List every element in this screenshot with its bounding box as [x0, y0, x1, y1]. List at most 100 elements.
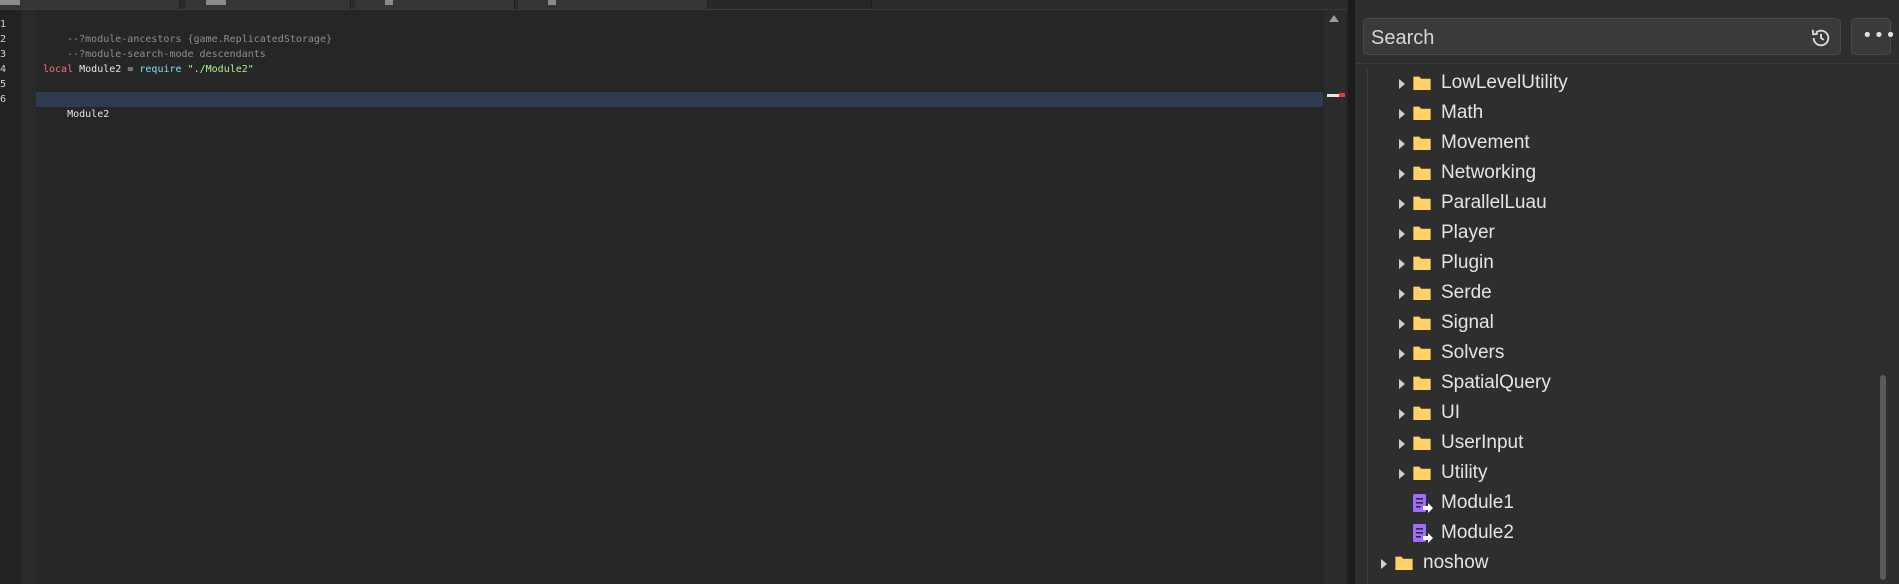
- code-line-6[interactable]: Module2: [43, 92, 109, 120]
- tree-item-label: LowLevelUtility: [1441, 72, 1568, 93]
- scroll-position-marker: [1327, 94, 1339, 97]
- tree-item-module[interactable]: Module1: [1399, 489, 1899, 519]
- editor-tab-active[interactable]: [712, 0, 872, 9]
- tree-item-folder[interactable]: Serde: [1399, 279, 1899, 309]
- tab-icon: [0, 0, 20, 5]
- history-icon[interactable]: [1810, 27, 1832, 49]
- current-line-highlight: [36, 92, 1323, 107]
- editor-tab[interactable]: [0, 0, 180, 9]
- tree-item-folder[interactable]: noshow: [1381, 549, 1881, 579]
- tree-item-module[interactable]: Module2: [1399, 519, 1899, 549]
- line-number: 4: [0, 64, 7, 75]
- keyword-token: local: [43, 64, 74, 75]
- folder-icon: [1413, 406, 1431, 420]
- tree-item-label: Serde: [1441, 282, 1492, 303]
- expand-arrow-icon[interactable]: [1399, 349, 1405, 359]
- folder-icon: [1413, 286, 1431, 300]
- expand-arrow-icon[interactable]: [1399, 409, 1405, 419]
- tree-item-label: Movement: [1441, 132, 1530, 153]
- folder-icon: [1413, 76, 1431, 90]
- folder-icon: [1413, 196, 1431, 210]
- line-number-gutter: 1 2 3 4 5 6: [0, 10, 22, 584]
- folder-icon: [1413, 316, 1431, 330]
- panel-splitter[interactable]: [1348, 0, 1355, 584]
- tree-item-folder[interactable]: LowLevelUtility: [1399, 69, 1899, 99]
- expand-arrow-icon[interactable]: [1399, 379, 1405, 389]
- code-line-4[interactable]: local Module2 = require "./Module2": [43, 62, 254, 77]
- operator-token: =: [127, 64, 134, 75]
- module-script-icon: [1413, 494, 1433, 513]
- tree-item-folder[interactable]: Plugin: [1399, 249, 1899, 279]
- tree-item-label: ParallelLuau: [1441, 192, 1547, 213]
- editor-tab-strip: [0, 0, 1350, 10]
- line-number: 2: [0, 34, 7, 45]
- tree-item-label: Signal: [1441, 312, 1494, 333]
- expand-arrow-icon[interactable]: [1399, 169, 1405, 179]
- line-number: 1: [0, 19, 7, 30]
- tab-icon: [206, 0, 226, 5]
- folder-icon: [1413, 166, 1431, 180]
- tree-item-folder[interactable]: SpatialQuery: [1399, 369, 1899, 399]
- editor-tab[interactable]: [186, 0, 351, 9]
- expand-arrow-icon[interactable]: [1399, 439, 1405, 449]
- tab-icon: [548, 0, 556, 5]
- editor-tab[interactable]: [355, 0, 515, 9]
- scroll-up-arrow-icon[interactable]: [1329, 15, 1339, 22]
- module-script-icon: [1413, 524, 1433, 543]
- folder-icon: [1413, 346, 1431, 360]
- tree-item-folder[interactable]: Solvers: [1399, 339, 1899, 369]
- tree-item-folder[interactable]: ParallelLuau: [1399, 189, 1899, 219]
- tree-item-label: Solvers: [1441, 342, 1505, 363]
- code-editor[interactable]: 1 2 3 4 5 6 --?module-ancestors {game.Re…: [0, 10, 1348, 584]
- tree-item-label: SpatialQuery: [1441, 372, 1551, 393]
- tree-item-folder[interactable]: Signal: [1399, 309, 1899, 339]
- identifier-token: Module2: [67, 109, 110, 120]
- expand-arrow-icon[interactable]: [1399, 109, 1405, 119]
- expand-arrow-icon[interactable]: [1399, 319, 1405, 329]
- more-options-button[interactable]: •••: [1851, 18, 1896, 55]
- code-line-1[interactable]: --?module-ancestors {game.ReplicatedStor…: [43, 17, 332, 45]
- editor-scrollbar[interactable]: [1324, 10, 1346, 584]
- expand-arrow-icon[interactable]: [1399, 199, 1405, 209]
- folder-icon: [1413, 436, 1431, 450]
- expand-arrow-icon[interactable]: [1399, 139, 1405, 149]
- tree-item-folder[interactable]: UI: [1399, 399, 1899, 429]
- tree-item-label: Math: [1441, 102, 1484, 123]
- expand-arrow-icon[interactable]: [1399, 79, 1405, 89]
- code-line-2[interactable]: --?module-search-mode descendants: [43, 32, 266, 60]
- expand-arrow-icon[interactable]: [1399, 229, 1405, 239]
- expand-arrow-icon[interactable]: [1399, 289, 1405, 299]
- folder-icon: [1413, 256, 1431, 270]
- tree-item-folder[interactable]: Player: [1399, 219, 1899, 249]
- tree-item-folder[interactable]: Math: [1399, 99, 1899, 129]
- explorer-panel: Search ••• LowLevelUtility Math Movement Ne…: [1355, 5, 1899, 584]
- tree-item-folder[interactable]: UserInput: [1399, 429, 1899, 459]
- editor-tab[interactable]: [518, 0, 708, 9]
- string-token: "./Module2": [187, 64, 254, 75]
- tree-item-label: Utility: [1441, 462, 1488, 483]
- function-token: require: [139, 64, 182, 75]
- ellipsis-icon: •••: [1862, 25, 1897, 46]
- expand-arrow-icon[interactable]: [1399, 259, 1405, 269]
- tree-item-label: Networking: [1441, 162, 1537, 183]
- identifier-token: Module2: [79, 64, 122, 75]
- tree-item-folder[interactable]: Movement: [1399, 129, 1899, 159]
- expand-arrow-icon[interactable]: [1399, 469, 1405, 479]
- folder-icon: [1413, 466, 1431, 480]
- folder-icon: [1413, 376, 1431, 390]
- explorer-scrollbar-thumb[interactable]: [1880, 375, 1886, 580]
- line-number: 5: [0, 79, 7, 90]
- folder-icon: [1413, 136, 1431, 150]
- divider: [1355, 63, 1899, 64]
- folder-icon: [1395, 556, 1413, 570]
- tree-item-label: Player: [1441, 222, 1495, 243]
- tree-item-label: Module2: [1441, 522, 1514, 543]
- tree-item-folder[interactable]: Utility: [1399, 459, 1899, 489]
- tab-icon: [385, 0, 393, 5]
- tree-item-label: noshow: [1423, 552, 1489, 573]
- search-input[interactable]: Search: [1363, 18, 1841, 55]
- tree-item-folder[interactable]: Networking: [1399, 159, 1899, 189]
- expand-arrow-icon[interactable]: [1381, 559, 1387, 569]
- line-number: 6: [0, 94, 7, 105]
- tree-item-label: UserInput: [1441, 432, 1524, 453]
